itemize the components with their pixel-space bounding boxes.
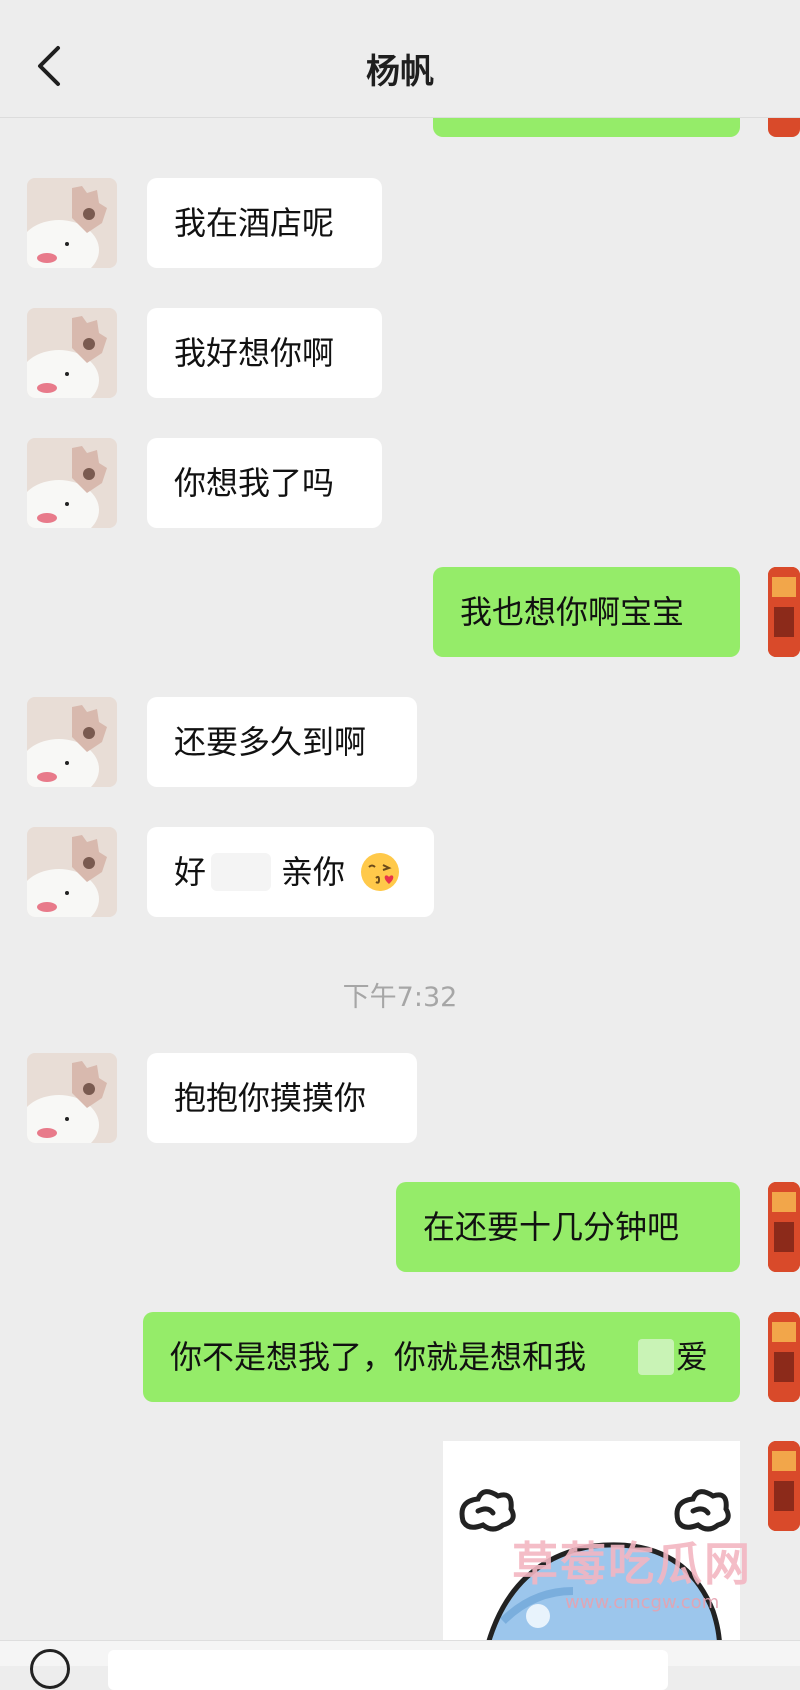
message-bubble[interactable]: 在还要十几分钟吧 [396, 1182, 740, 1272]
message-input[interactable] [108, 1650, 668, 1690]
avatar-contact[interactable] [27, 1053, 117, 1143]
chat-header: 杨帆 [0, 0, 800, 118]
message-bubble[interactable]: 我在酒店呢 [147, 178, 382, 268]
redaction-blur [211, 853, 271, 891]
avatar-contact[interactable] [27, 697, 117, 787]
message-bubble[interactable]: 我也想你啊宝宝 [433, 567, 740, 657]
input-bar [0, 1640, 800, 1690]
avatar-self[interactable] [768, 1182, 800, 1272]
message-bubble[interactable]: 我好想你啊 [147, 308, 382, 398]
avatar-contact[interactable] [27, 308, 117, 398]
message-bubble[interactable]: 还要多久到啊 [147, 697, 417, 787]
voice-icon[interactable] [30, 1649, 70, 1689]
avatar-contact[interactable] [27, 438, 117, 528]
avatar-contact[interactable] [27, 827, 117, 917]
avatar-self[interactable] [768, 1441, 800, 1531]
avatar-contact[interactable] [27, 178, 117, 268]
avatar-self[interactable] [768, 567, 800, 657]
watermark-url: www.cmcgw.com [565, 1592, 720, 1613]
message-bubble[interactable]: 好 亲你 [147, 827, 434, 917]
redaction-blur [638, 1339, 674, 1375]
chat-title: 杨帆 [366, 52, 434, 92]
avatar-self[interactable] [768, 1312, 800, 1402]
timestamp: 下午7:32 [342, 982, 458, 1013]
message-bubble[interactable]: 你想我了吗 [147, 438, 382, 528]
kiss-emoji-icon [361, 853, 399, 891]
message-bubble[interactable]: 你不是想我了，你就是想和我 爱 [143, 1312, 740, 1402]
watermark-text: 草莓吃瓜网 [512, 1537, 752, 1591]
message-bubble[interactable]: 抱抱你摸摸你 [147, 1053, 417, 1143]
